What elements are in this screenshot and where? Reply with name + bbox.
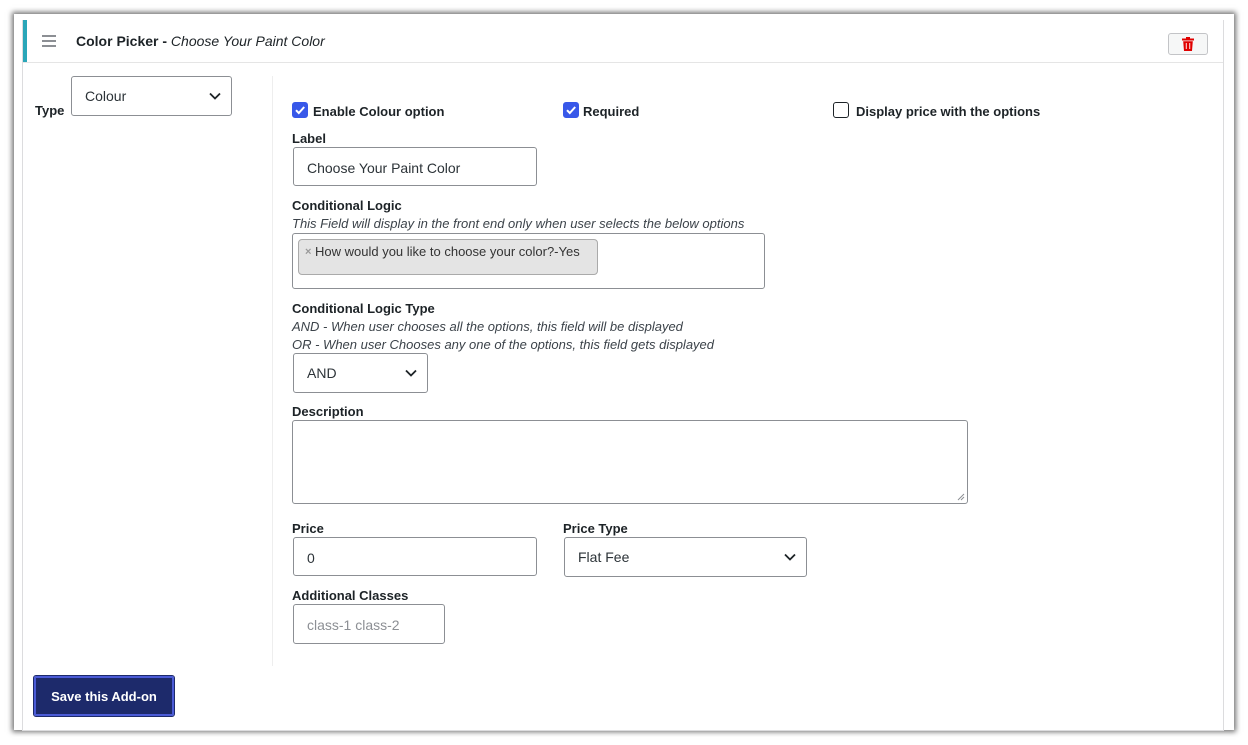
price-label: Price <box>292 521 324 536</box>
addon-name-label: Choose Your Paint Color <box>170 33 325 49</box>
additional-classes-input[interactable]: class-1 class-2 <box>293 604 445 644</box>
type-label: Type <box>35 103 65 118</box>
conditional-logic-type-value: AND <box>307 365 337 381</box>
price-input[interactable]: 0 <box>293 537 537 576</box>
addon-type-label: Color Picker - <box>76 33 168 49</box>
resize-grip-icon[interactable] <box>957 493 965 501</box>
remove-tag-icon[interactable]: × <box>305 246 311 258</box>
type-select[interactable]: Colour <box>71 76 232 116</box>
additional-classes-label: Additional Classes <box>292 588 409 603</box>
accent-bar <box>23 20 27 62</box>
selected-option-text: How would you like to choose your color?… <box>315 244 580 259</box>
chevron-down-icon <box>405 369 417 377</box>
display-price-checkbox[interactable] <box>833 102 849 118</box>
type-select-value: Colour <box>85 88 127 104</box>
conditional-logic-label: Conditional Logic <box>292 198 402 213</box>
chevron-down-icon <box>209 92 221 100</box>
additional-classes-placeholder: class-1 class-2 <box>307 617 400 633</box>
delete-button[interactable] <box>1168 33 1208 55</box>
addon-title: Color Picker - Choose Your Paint Color <box>76 33 325 49</box>
checkmark-icon <box>295 106 305 115</box>
required-checkbox[interactable] <box>563 102 579 118</box>
trash-icon <box>1182 37 1194 51</box>
price-type-value: Flat Fee <box>578 549 630 565</box>
enable-colour-checkbox[interactable] <box>292 102 308 118</box>
save-addon-button[interactable]: Save this Add-on <box>33 675 175 717</box>
column-divider <box>272 76 273 666</box>
addon-panel: Color Picker - Choose Your Paint Color T… <box>22 20 1224 731</box>
conditional-logic-hint: This Field will display in the front end… <box>292 216 745 231</box>
label-input[interactable]: Choose Your Paint Color <box>293 147 537 186</box>
display-price-label: Display price with the options <box>856 104 1041 119</box>
checkmark-icon <box>566 106 576 115</box>
window-frame: Color Picker - Choose Your Paint Color T… <box>14 14 1234 731</box>
description-label: Description <box>292 404 364 419</box>
price-type-label: Price Type <box>563 521 628 536</box>
chevron-down-icon <box>784 553 796 561</box>
label-input-value: Choose Your Paint Color <box>307 160 461 176</box>
conditional-logic-and-hint: AND - When user chooses all the options,… <box>292 319 683 334</box>
selected-option-tag[interactable]: × How would you like to choose your colo… <box>298 239 598 275</box>
conditional-logic-multiselect[interactable]: × How would you like to choose your colo… <box>292 233 765 289</box>
description-textarea[interactable] <box>292 420 968 504</box>
enable-colour-label: Enable Colour option <box>313 104 445 119</box>
hamburger-icon[interactable] <box>42 35 56 47</box>
price-type-select[interactable]: Flat Fee <box>564 537 807 577</box>
required-label: Required <box>583 104 640 119</box>
addon-header[interactable]: Color Picker - Choose Your Paint Color <box>23 20 1223 63</box>
conditional-logic-or-hint: OR - When user Chooses any one of the op… <box>292 337 715 352</box>
price-input-value: 0 <box>307 550 315 566</box>
label-field-label: Label <box>292 131 326 146</box>
conditional-logic-type-select[interactable]: AND <box>293 353 428 393</box>
conditional-logic-type-label: Conditional Logic Type <box>292 301 435 316</box>
